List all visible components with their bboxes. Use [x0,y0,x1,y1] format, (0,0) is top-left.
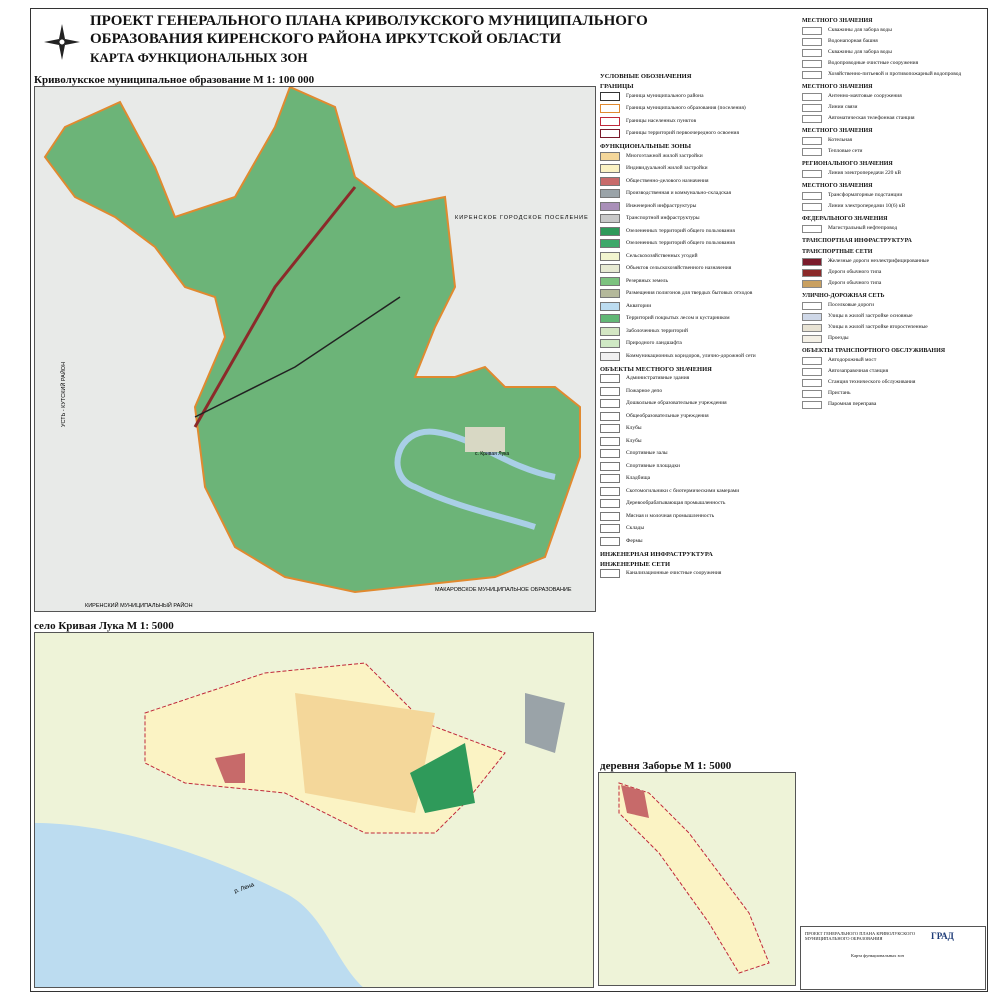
eng-sub: ИНЖЕНЕРНЫЕ СЕТИ [600,560,671,568]
stamp-project: ПРОЕКТ ГЕНЕРАЛЬНОГО ПЛАНА КРИВОЛУКСКОГО … [805,931,916,941]
objects-header: ОБЪЕКТЫ МЕСТНОГО ЗНАЧЕНИЯ [600,365,712,373]
legend-item: Граница муниципального района [600,90,798,103]
object-legend-item: Общеобразовательные учреждения [600,410,798,423]
legend-group: РЕГИОНАЛЬНОГО ЗНАЧЕНИЯ [802,161,893,167]
service-legend-item: Паромная переправа [802,399,986,410]
object-legend-item: Пожарное депо [600,385,798,398]
transport-header: ТРАНСПОРТНАЯ ИНФРАСТРУКТУРА [802,238,912,244]
stamp-logo: ГРАД [931,931,954,941]
zone-legend-item: Производственная и коммунально-складская [600,188,798,201]
hamlet-map[interactable] [598,772,796,986]
network-legend-item: Водонапорная башня [802,36,986,47]
zone-legend-item: Общественно-делового назначения [600,175,798,188]
title-block: ПРОЕКТ ГЕНЕРАЛЬНОГО ПЛАНА КРИВОЛУКСКОГО … [800,926,986,990]
village-map[interactable]: р. Лена [34,632,594,988]
network-legend-item: Линия электропередачи 220 кВ [802,168,986,179]
zone-legend-item: Озелененных территорий общего пользовани… [600,238,798,251]
object-legend-item: Кладбища [600,473,798,486]
zone-legend-item: Многоэтажной жилой застройки [600,150,798,163]
kirensky-district-label: КИРЕНСКИЙ МУНИЦИПАЛЬНЫЙ РАЙОН [85,601,193,609]
network-legend-item: Трансформаторные подстанции [802,190,986,201]
zone-legend-item: Инженерной инфраструктуры [600,200,798,213]
legend-item: Канализационные очистные сооружения [600,568,798,581]
object-legend-item: Клубы [600,435,798,448]
zone-legend-item: Заболоченных территорий [600,325,798,338]
object-legend-item: Мясная и молочная промышленность [600,510,798,523]
street-legend-item: Улицы в жилой застройке второстепенные [802,322,986,333]
service-legend-item: Пристань [802,388,986,399]
object-legend-item: Административные здания [600,373,798,386]
network-legend-item: Котельная [802,135,986,146]
object-legend-item: Дошкольные образовательные учреждения [600,398,798,411]
street-legend-item: Проезды [802,333,986,344]
zone-legend-item: Акватории [600,300,798,313]
street-legend-item: Улицы в жилой застройке основные [802,311,986,322]
object-legend-item: Скотомогильники с биотермическими камера… [600,485,798,498]
zone-legend-item: Индивидуальной жилой застройки [600,163,798,176]
object-legend-item: Спортивные залы [600,448,798,461]
zone-legend-item: Сельскохозяйственных угодий [600,250,798,263]
object-legend-item: Фермы [600,535,798,548]
object-legend-item: Деревообрабатывающая промышленность [600,498,798,511]
zone-legend-item: Объектов сельскохозяйственного назначени… [600,263,798,276]
overview-map[interactable]: с. Кривая Лука КИРЕНСКОЕ ГОРОДСКОЕ ПОСЕЛ… [34,86,596,612]
network-legend-item: Автоматическая телефонная станция [802,113,986,124]
stamp-sheet-name: Карта функциональных зон [851,953,904,958]
zone-legend-item: Коммуникационных коридоров, улично-дорож… [600,350,798,363]
zones-header: ФУНКЦИОНАЛЬНЫЕ ЗОНЫ [600,143,692,150]
sheet-title: ПРОЕКТ ГЕНЕРАЛЬНОГО ПЛАНА КРИВОЛУКСКОГО … [90,13,648,47]
network-legend-item: Скважины для забора воды [802,47,986,58]
zone-legend-item: Озелененных территорий общего пользовани… [600,225,798,238]
overview-village-label: с. Кривая Лука [475,451,509,457]
overview-map-label: Криволукское муниципальное образование М… [34,74,315,86]
legend-item: Границы населенных пунктов [600,115,798,128]
legend-group: МЕСТНОГО ЗНАЧЕНИЯ [802,84,873,90]
network-legend-item: Магистральный нефтепровод [802,223,986,234]
eng-header: ИНЖЕНЕРНАЯ ИНФРАСТРУКТУРА [600,550,713,558]
legend-item: Граница муниципального образования (посе… [600,103,798,116]
sheet-subtitle: КАРТА ФУНКЦИОНАЛЬНЫХ ЗОН [90,50,308,65]
street-legend-item: Поселковые дороги [802,300,986,311]
network-legend-item: Хозяйственно-питьевой и противопожарный … [802,69,986,80]
network-legend-item: Линии электропередачи 10(6) кВ [802,201,986,212]
zone-legend-item: Резервных земель [600,275,798,288]
object-legend-item: Спортивные площадки [600,460,798,473]
transport-sub: ТРАНСПОРТНЫЕ СЕТИ [802,249,873,255]
network-legend-item: Водопроводные очистные сооружения [802,58,986,69]
object-legend-item: Склады [600,523,798,536]
legend-item: Границы территорий первоочередного освое… [600,128,798,141]
network-legend-item: Скважины для забора воды [802,25,986,36]
zone-legend-item: Размещения полигонов для твердых бытовых… [600,288,798,301]
compass-rose-icon [44,24,80,60]
transport-legend-item: Железные дороги неэлектрифицированные [802,256,986,267]
kirensk-label: КИРЕНСКОЕ ГОРОДСКОЕ ПОСЕЛЕНИЕ [455,215,589,221]
ust-kut-label: УСТЬ - КУТСКИЙ РАЙОН [59,362,67,427]
service-header: ОБЪЕКТЫ ТРАНСПОРТНОГО ОБСЛУЖИВАНИЯ [802,348,946,354]
legend-column-2: МЕСТНОГО ЗНАЧЕНИЯ Скважины для забора вод… [802,14,986,704]
legend-group: МЕСТНОГО ЗНАЧЕНИЯ [802,128,873,134]
legend-group: ФЕДЕРАЛЬНОГО ЗНАЧЕНИЯ [802,216,888,222]
legend-group: МЕСТНОГО ЗНАЧЕНИЯ [802,18,873,24]
legend-group: МЕСТНОГО ЗНАЧЕНИЯ [802,183,873,189]
streets-header: УЛИЧНО-ДОРОЖНАЯ СЕТЬ [802,293,885,299]
service-legend-item: Автодорожный мост [802,355,986,366]
service-legend-item: Станция технического обслуживания [802,377,986,388]
legend-column-1: УСЛОВНЫЕ ОБОЗНАЧЕНИЯ ГРАНИЦЫ Граница мун… [600,70,798,710]
service-legend-item: Автозаправочная станция [802,366,986,377]
network-legend-item: Тепловые сети [802,146,986,157]
object-legend-item: Клубы [600,423,798,436]
village-map-label: село Кривая Лука М 1: 5000 [34,620,174,632]
borders-header: ГРАНИЦЫ [600,83,634,90]
zone-legend-item: Транспортной инфраструктуры [600,213,798,226]
network-legend-item: Линии связи [802,102,986,113]
makarovo-label: МАКАРОВСКОЕ МУНИЦИПАЛЬНОЕ ОБРАЗОВАНИЕ [435,587,572,593]
network-legend-item: Антенно-мачтовые сооружения [802,91,986,102]
zone-legend-item: Природного ландшафта [600,338,798,351]
zone-legend-item: Территорий покрытых лесом и кустарником [600,313,798,326]
legend-header: УСЛОВНЫЕ ОБОЗНАЧЕНИЯ [600,73,692,80]
hamlet-map-label: деревня Заборье М 1: 5000 [600,760,732,772]
transport-legend-item: Дороги обычного типа [802,267,986,278]
transport-legend-item: Дороги обычного типа [802,278,986,289]
